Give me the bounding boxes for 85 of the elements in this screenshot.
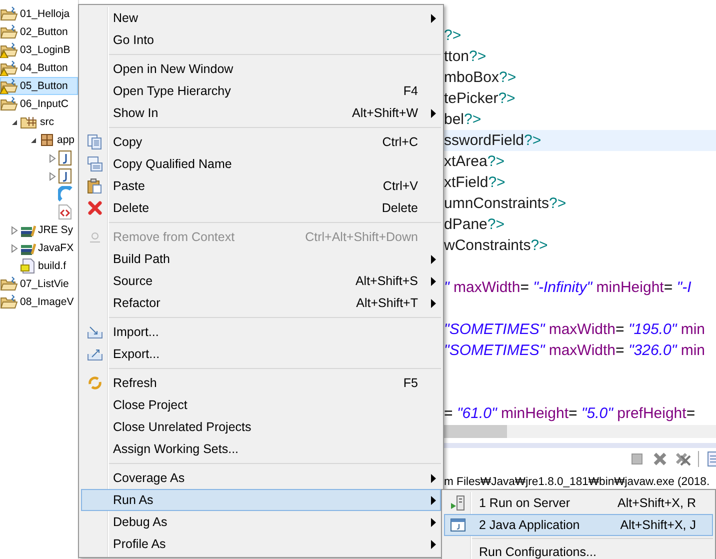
menu-item[interactable]: Refactor Alt+Shift+T (81, 292, 441, 314)
menu-item[interactable]: Refresh F5 (81, 372, 441, 394)
menu-item[interactable]: Debug As (81, 511, 441, 533)
tree-item-label: 02_Button (19, 26, 69, 38)
menu-item[interactable]: New (81, 7, 441, 29)
tree-item[interactable]: 06_InputC (0, 95, 78, 113)
menu-item[interactable]: 2 Java Application Alt+Shift+X, J (444, 514, 713, 536)
code-line: dPane?> (444, 215, 506, 235)
tree-item[interactable]: JavaFX (0, 239, 78, 257)
tree-item[interactable]: 04_Button (0, 59, 78, 77)
menu-item[interactable]: Run Configurations... (444, 541, 713, 559)
java-file-icon (58, 150, 72, 166)
menu-item[interactable]: 1 Run on Server Alt+Shift+X, R (444, 492, 713, 514)
menu-item[interactable]: Run As (81, 489, 441, 511)
tree-item-label: 07_ListVie (19, 278, 70, 290)
server-run-icon (450, 495, 466, 511)
code-line: mboBox?> (444, 68, 518, 88)
fxml-file-icon (58, 204, 72, 220)
code-line: xtArea?> (444, 152, 506, 172)
tree-item-label: build.f (37, 260, 68, 272)
code-line: "SOMETIMES" maxWidth= "195.0" min (444, 320, 706, 340)
code-line: umnConstraints?> (444, 194, 568, 214)
menu-item[interactable]: Profile As (81, 533, 441, 555)
code-line: bel?> (444, 110, 482, 130)
stop-icon[interactable] (629, 451, 645, 467)
tree-item-label: JRE Sy (37, 224, 74, 236)
menu-item[interactable]: Copy Qualified Name (81, 153, 441, 175)
menu-item[interactable]: Export... (81, 343, 441, 365)
menu-item[interactable]: Open Type Hierarchy F4 (81, 80, 441, 102)
remove-icon[interactable] (652, 451, 668, 467)
build-file-icon (20, 258, 36, 274)
tree-item-label: 01_Helloja (19, 8, 71, 20)
tree-item-label: 04_Button (19, 62, 69, 74)
delete-icon (87, 200, 103, 216)
console-text: m Files₩Java₩jre1.8.0_181₩bin₩javaw.exe (2018. (444, 476, 710, 488)
import-icon (87, 324, 103, 340)
code-line: " maxWidth= "-Infinity" minHeight= "-I (444, 278, 692, 298)
menu-item[interactable]: Build Path (81, 248, 441, 270)
tree-item[interactable]: src (0, 113, 78, 131)
tree-item-label: src (39, 116, 55, 128)
tree-item-label: 05_Button (19, 80, 69, 92)
menu-item[interactable]: Open in New Window (81, 58, 441, 80)
paste-icon (87, 178, 103, 194)
refresh-icon (87, 375, 103, 391)
code-line: wConstraints?> (444, 236, 549, 256)
tree-item-label: 08_ImageV (19, 296, 75, 308)
source-folder-icon (20, 114, 38, 130)
tree-item[interactable]: 05_Button (0, 77, 78, 95)
code-line: xtField?> (444, 173, 506, 193)
remove-all-icon[interactable] (675, 451, 691, 467)
menu-item[interactable]: Close Unrelated Projects (81, 416, 441, 438)
java-file-icon (58, 168, 72, 184)
menu-item[interactable]: Show In Alt+Shift+W (81, 102, 441, 124)
menu-item[interactable]: Import... (81, 321, 441, 343)
menu-item[interactable]: Coverage As (81, 467, 441, 489)
tree-item-label: 03_LoginB (19, 44, 72, 56)
copy-icon (87, 156, 103, 172)
menu-item[interactable]: Close Project (81, 394, 441, 416)
console-view-icon[interactable] (706, 451, 716, 467)
tree-item[interactable]: 07_ListVie (0, 275, 78, 293)
java-application-icon (450, 517, 466, 533)
tree-item-label: 06_InputC (19, 98, 70, 110)
tree-item-label: app (56, 134, 76, 146)
tree-item[interactable]: 08_ImageV (0, 293, 78, 311)
package-icon (39, 132, 55, 148)
code-line: = "61.0" minHeight= "5.0" prefHeight= (444, 404, 696, 424)
menu-item[interactable]: Paste Ctrl+V (81, 175, 441, 197)
copy-icon (87, 134, 103, 150)
code-line: "SOMETIMES" maxWidth= "326.0" min (444, 341, 706, 361)
tree-item[interactable]: app (0, 131, 78, 149)
tree-item[interactable]: 02_Button (0, 23, 78, 41)
tree-item[interactable]: build.f (0, 257, 78, 275)
code-line: ?> (444, 26, 462, 46)
code-line: tePicker?> (444, 89, 516, 109)
menu-item[interactable]: Copy Ctrl+C (81, 131, 441, 153)
menu-item[interactable]: Go Into (81, 29, 441, 51)
menu-item[interactable]: Delete Delete (81, 197, 441, 219)
menu-item[interactable]: Source Alt+Shift+S (81, 270, 441, 292)
css-file-icon (58, 186, 74, 202)
menu-item[interactable]: Assign Working Sets... (81, 438, 441, 460)
code-line: tton?> (444, 47, 488, 67)
tree-item-label: JavaFX (37, 242, 75, 254)
tree-item[interactable]: 03_LoginB (0, 41, 78, 59)
tree-item[interactable]: 01_Helloja (0, 5, 78, 23)
tree-item[interactable]: JRE Sy (0, 221, 78, 239)
